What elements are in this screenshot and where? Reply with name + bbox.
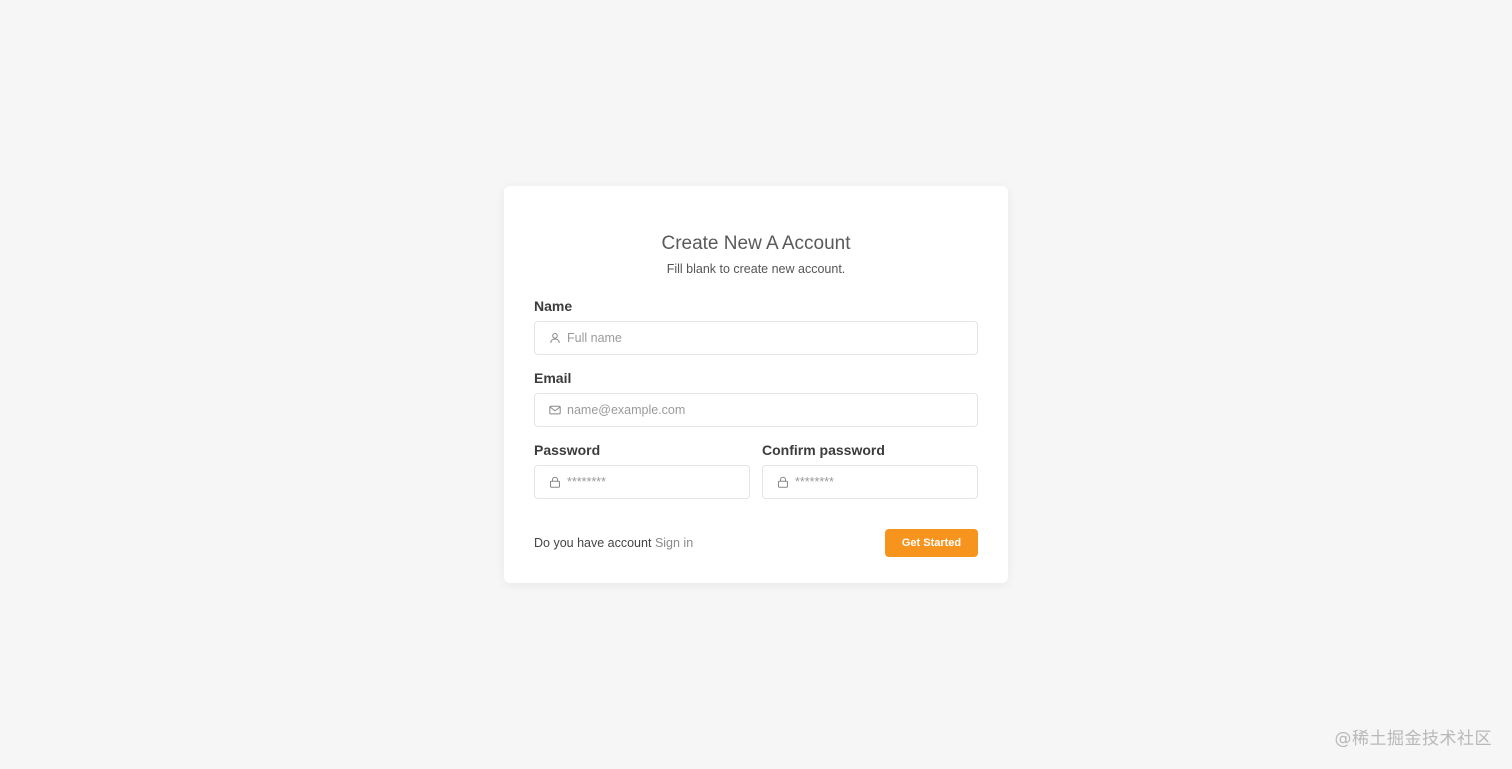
name-input-wrapper[interactable]	[534, 321, 978, 355]
email-label: Email	[534, 370, 572, 386]
email-input[interactable]	[567, 395, 977, 425]
signin-link[interactable]: Sign in	[655, 536, 693, 550]
confirm-password-input-wrapper[interactable]	[762, 465, 978, 499]
confirm-password-field-group: Confirm password	[762, 441, 978, 499]
signin-prompt: Do you have account Sign in	[534, 536, 693, 550]
email-input-wrapper[interactable]	[534, 393, 978, 427]
form-title: Create New A Account	[661, 233, 851, 254]
confirm-password-label: Confirm password	[762, 442, 885, 458]
lock-icon	[776, 476, 789, 489]
password-row: Password Confirm password	[534, 441, 978, 499]
user-icon	[548, 332, 561, 345]
password-input[interactable]	[567, 467, 749, 497]
signin-prompt-text: Do you have account	[534, 536, 652, 550]
password-label: Password	[534, 442, 601, 458]
password-field-group: Password	[534, 441, 750, 499]
name-label: Name	[534, 298, 573, 314]
signup-card: Create New A Account Fill blank to creat…	[504, 186, 1008, 583]
confirm-password-input[interactable]	[795, 467, 977, 497]
mail-icon	[548, 404, 561, 417]
lock-icon	[548, 476, 561, 489]
name-field-group: Name	[534, 297, 978, 355]
email-field-group: Email	[534, 369, 978, 427]
form-subtitle: Fill blank to create new account.	[666, 262, 846, 276]
password-input-wrapper[interactable]	[534, 465, 750, 499]
watermark: @稀土掘金技术社区	[1334, 729, 1492, 749]
form-footer: Do you have account Sign in Get Started	[534, 529, 978, 557]
name-input[interactable]	[567, 323, 977, 353]
get-started-button[interactable]: Get Started	[885, 529, 978, 557]
